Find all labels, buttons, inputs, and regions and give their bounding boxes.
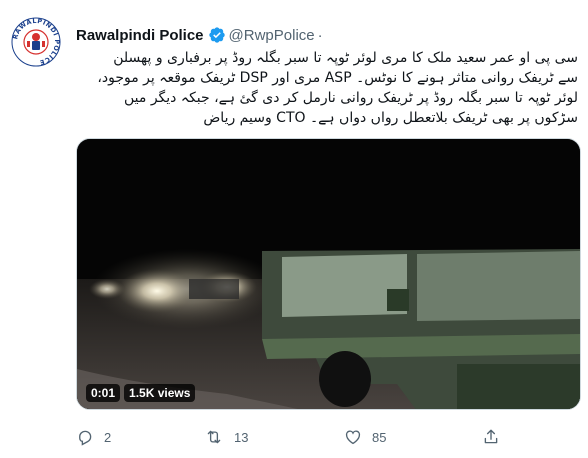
tweet-text-line: سے ٹریفک روانی متاثر ہونے کا نوٹس۔ ASP م…	[97, 70, 578, 86]
video-player[interactable]	[76, 138, 581, 410]
share-button[interactable]	[482, 428, 500, 446]
tweet-header: Rawalpindi Police @RwpPolice ·	[76, 25, 323, 45]
tweet-text-line: لوئر ٹوپہ تا سبر بگلہ روڈ پر ٹریفک روانی…	[124, 90, 578, 106]
police-badge-icon: RAWALPINDI POLICE	[11, 17, 61, 67]
retweet-icon	[207, 430, 221, 444]
retweet-count: 13	[234, 429, 249, 445]
retweet-button[interactable]: 13	[204, 428, 248, 446]
handle[interactable]: @RwpPolice	[229, 27, 315, 44]
like-button[interactable]: 85	[344, 428, 386, 446]
action-bar: 2 13 85	[76, 428, 506, 450]
reply-count: 2	[104, 429, 112, 445]
reply-button[interactable]: 2	[76, 428, 111, 446]
video-frame	[77, 139, 580, 409]
tweet-card[interactable]: RAWALPINDI POLICE Rawalpindi Police @Rwp…	[0, 0, 588, 458]
display-name[interactable]: Rawalpindi Police	[76, 27, 204, 44]
reply-icon	[79, 430, 92, 446]
share-icon	[484, 429, 498, 444]
video-time: 0:01	[86, 384, 121, 402]
video-meta: 0:01 1.5K views	[86, 384, 196, 402]
verified-badge-icon	[208, 26, 226, 44]
avatar[interactable]: RAWALPINDI POLICE	[10, 16, 62, 68]
tweet-text: سی پی او عمر سعید ملک کا مری لوئر ٹوپہ ت…	[76, 48, 578, 128]
video-views: 1.5K views	[124, 384, 196, 402]
tweet-text-line: سڑکوں پر بھی ٹریفک بلاتعطل رواں دواں ہے۔…	[203, 110, 578, 126]
like-count: 85	[372, 429, 387, 445]
separator-dot: ·	[317, 26, 323, 44]
heart-icon	[345, 430, 361, 445]
tweet-text-line: سی پی او عمر سعید ملک کا مری لوئر ٹوپہ ت…	[113, 50, 578, 66]
